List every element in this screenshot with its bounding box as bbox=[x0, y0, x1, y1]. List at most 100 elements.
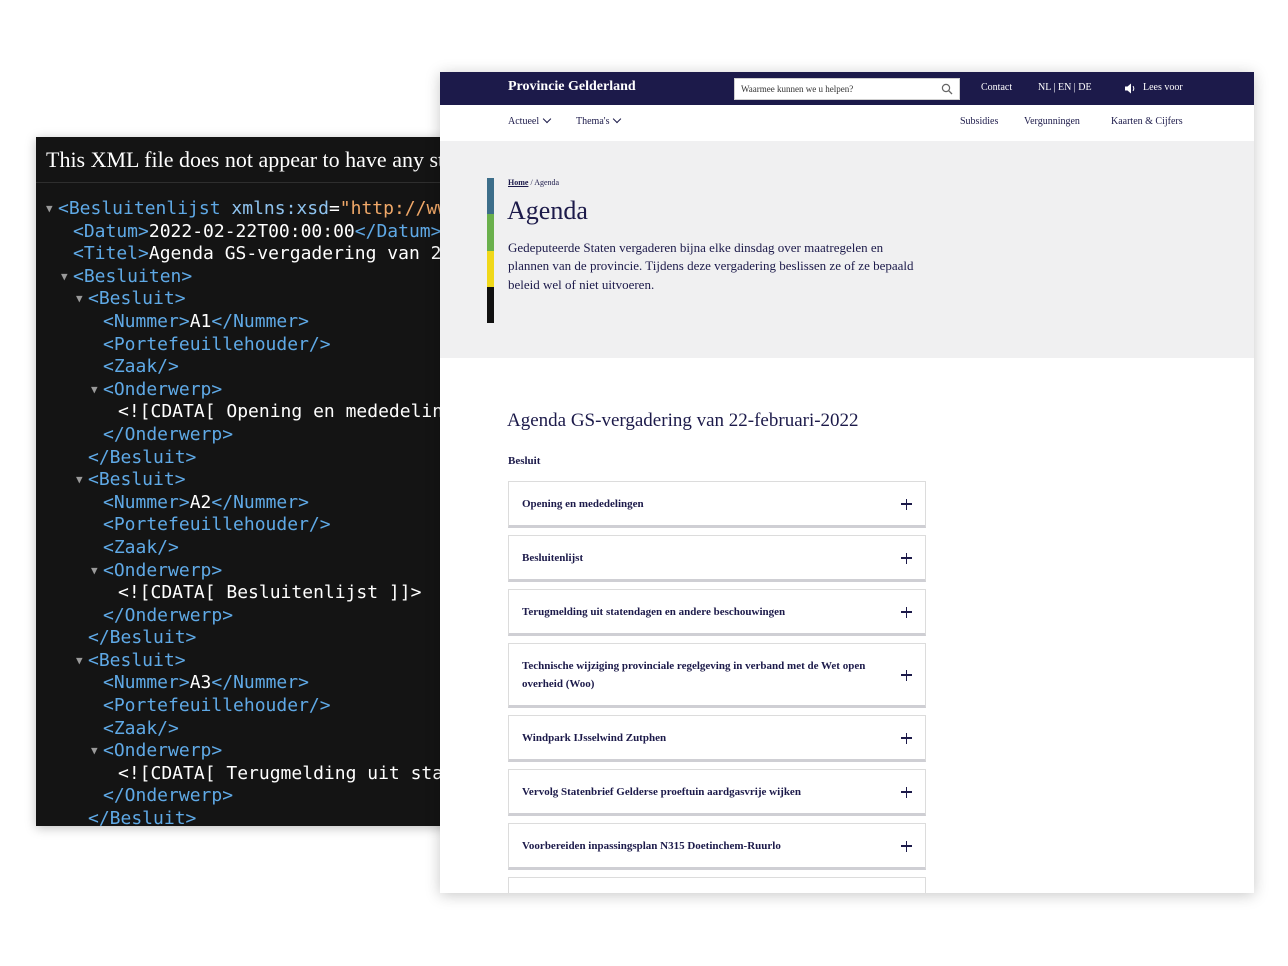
search-icon[interactable] bbox=[941, 83, 953, 95]
plus-icon[interactable] bbox=[901, 498, 912, 510]
nav-themas[interactable]: Thema's bbox=[576, 114, 622, 127]
xml-line: ▼ <Onderwerp> bbox=[46, 740, 456, 763]
xml-tag: <Portefeuillehouder/> bbox=[103, 695, 331, 717]
page-title: Agenda bbox=[507, 196, 588, 225]
xml-line: <![CDATA[ Terugmelding uit statendagen e… bbox=[46, 763, 456, 786]
xml-line: ▼ <Onderwerp> bbox=[46, 560, 456, 583]
xml-line: </Onderwerp> bbox=[46, 424, 456, 447]
agenda-item[interactable]: Technische wijziging provinciale regelge… bbox=[508, 643, 926, 708]
xml-line: </Besluit> bbox=[46, 808, 456, 826]
contact-link[interactable]: Contact bbox=[981, 82, 1012, 93]
agenda-item[interactable]: Terugmelding uit statendagen en andere b… bbox=[508, 589, 926, 636]
agenda-item[interactable]: Opening en mededelingen bbox=[508, 481, 926, 528]
xml-tag: <Besluit> bbox=[88, 649, 186, 671]
nav-kaarten-cijfers[interactable]: Kaarten & Cijfers bbox=[1111, 116, 1183, 127]
agenda-item[interactable]: Voorbereiden inpassingsplan N315 Doetinc… bbox=[508, 823, 926, 870]
xml-line: </Besluit> bbox=[46, 447, 456, 470]
search-box[interactable] bbox=[734, 78, 960, 100]
xml-line: </Besluit> bbox=[46, 627, 456, 650]
agenda-subtitle: Besluit bbox=[508, 455, 541, 467]
collapse-toggle-icon[interactable]: ▼ bbox=[91, 740, 103, 763]
xml-line: </Onderwerp> bbox=[46, 605, 456, 628]
xml-tag: </Nummer> bbox=[211, 491, 309, 513]
xml-text: A2 bbox=[189, 491, 212, 513]
xml-text: <![CDATA[ Besluitenlijst ]]> bbox=[118, 582, 422, 604]
xml-text: <![CDATA[ Opening en mededelingen ]]> bbox=[118, 401, 456, 423]
collapse-toggle-icon[interactable]: ▼ bbox=[91, 379, 103, 402]
nav-themas-label: Thema's bbox=[576, 116, 610, 127]
nav-subsidies[interactable]: Subsidies bbox=[960, 116, 998, 127]
xml-tree: ▼<Besluitenlijst xmlns:xsd="http://www.w… bbox=[46, 198, 456, 826]
xml-line: <Portefeuillehouder/> bbox=[46, 334, 456, 357]
xml-text: Agenda GS-vergadering van 22-februari-20… bbox=[148, 243, 456, 265]
xml-tag: </Onderwerp> bbox=[103, 604, 234, 626]
xml-tag: <Onderwerp> bbox=[103, 378, 223, 400]
top-bar: Provincie Gelderland Contact NL | EN | D… bbox=[440, 72, 1254, 105]
plus-icon[interactable] bbox=[901, 786, 912, 798]
collapse-toggle-icon[interactable]: ▼ bbox=[91, 560, 103, 583]
xml-line: ▼ <Besluit> bbox=[46, 469, 456, 492]
site-logo[interactable]: Provincie Gelderland bbox=[508, 79, 636, 95]
xml-text: <![CDATA[ Terugmelding uit statendagen e… bbox=[118, 762, 456, 784]
breadcrumb: Home / Agenda bbox=[508, 178, 559, 187]
xml-tag: <Datum> bbox=[73, 220, 149, 242]
main-navigation: Actueel Thema's Subsidies Vergunningen K… bbox=[440, 105, 1254, 141]
xml-line: <Zaak/> bbox=[46, 718, 456, 741]
xml-line: ▼<Besluitenlijst xmlns:xsd="http://www.w… bbox=[46, 198, 456, 221]
xml-line: ▼ <Besluit> bbox=[46, 650, 456, 673]
xml-line: </Onderwerp> bbox=[46, 785, 456, 808]
xml-tag: <Zaak/> bbox=[103, 536, 179, 558]
xml-tag: <Besluit> bbox=[88, 288, 186, 310]
collapse-toggle-icon[interactable]: ▼ bbox=[76, 469, 88, 492]
xml-tag: <Besluit> bbox=[88, 469, 186, 491]
plus-icon[interactable] bbox=[901, 840, 912, 852]
chevron-down-icon bbox=[613, 114, 622, 124]
xml-tag: <Onderwerp> bbox=[103, 740, 223, 762]
search-input[interactable] bbox=[735, 79, 935, 99]
color-segment bbox=[487, 178, 494, 215]
read-aloud-link[interactable]: Lees voor bbox=[1143, 82, 1183, 93]
xml-line: <![CDATA[ Opening en mededelingen ]]> bbox=[46, 401, 456, 424]
xml-line: <Nummer>A2</Nummer> bbox=[46, 492, 456, 515]
chevron-down-icon bbox=[542, 114, 552, 124]
xml-attribute: xmlns:xsd bbox=[231, 198, 329, 219]
agenda-item-label: Vervolg Statenbrief Gelderse proeftuin a… bbox=[522, 785, 801, 798]
xml-tag: </Datum> bbox=[354, 220, 442, 242]
xml-line: <Datum>2022-02-22T00:00:00</Datum> bbox=[46, 221, 456, 244]
nav-actueel[interactable]: Actueel bbox=[508, 114, 552, 127]
xml-line: <Nummer>A3</Nummer> bbox=[46, 672, 456, 695]
xml-tag: </Nummer> bbox=[211, 310, 309, 332]
xml-tag: <Nummer> bbox=[103, 672, 190, 694]
agenda-item-label: Technische wijziging provinciale regelge… bbox=[522, 659, 866, 690]
xml-line: <![CDATA[ Besluitenlijst ]]> bbox=[46, 582, 456, 605]
collapse-toggle-icon[interactable]: ▼ bbox=[61, 266, 73, 289]
xml-tag: </Besluit> bbox=[88, 446, 197, 468]
agenda-item[interactable]: Windpark IJsselwind Zutphen bbox=[508, 715, 926, 762]
breadcrumb-home-link[interactable]: Home bbox=[508, 178, 528, 187]
xml-tag: <Zaak/> bbox=[103, 717, 179, 739]
nav-vergunningen[interactable]: Vergunningen bbox=[1024, 116, 1080, 127]
agenda-item-label: Besluitenlijst bbox=[522, 551, 584, 564]
language-switcher[interactable]: NL | EN | DE bbox=[1038, 82, 1092, 93]
collapse-toggle-icon[interactable]: ▼ bbox=[76, 288, 88, 311]
plus-icon[interactable] bbox=[901, 552, 912, 564]
xml-line: <Zaak/> bbox=[46, 356, 456, 379]
speaker-icon[interactable] bbox=[1125, 83, 1137, 94]
plus-icon[interactable] bbox=[901, 732, 912, 744]
breadcrumb-current: Agenda bbox=[534, 178, 560, 187]
agenda-title: Agenda GS-vergadering van 22-februari-20… bbox=[507, 410, 859, 431]
xml-tag: </Nummer> bbox=[211, 672, 309, 694]
xml-line: ▼ <Besluit> bbox=[46, 288, 456, 311]
xml-tag: <Besluiten> bbox=[73, 265, 193, 287]
agenda-item-label: Terugmelding uit statendagen en andere b… bbox=[522, 605, 786, 618]
agenda-item[interactable]: Besluitenlijst bbox=[508, 535, 926, 582]
plus-icon[interactable] bbox=[901, 606, 912, 618]
collapse-toggle-icon[interactable]: ▼ bbox=[76, 650, 88, 673]
xml-tag: <Nummer> bbox=[103, 491, 190, 513]
agenda-item[interactable]: Vervolg Statenbrief Gelderse proeftuin a… bbox=[508, 769, 926, 816]
xml-line: ▼ <Onderwerp> bbox=[46, 379, 456, 402]
agenda-item-partial[interactable] bbox=[508, 877, 926, 893]
collapse-toggle-icon[interactable]: ▼ bbox=[46, 198, 58, 221]
xml-line: <Portefeuillehouder/> bbox=[46, 514, 456, 537]
plus-icon[interactable] bbox=[901, 669, 912, 681]
